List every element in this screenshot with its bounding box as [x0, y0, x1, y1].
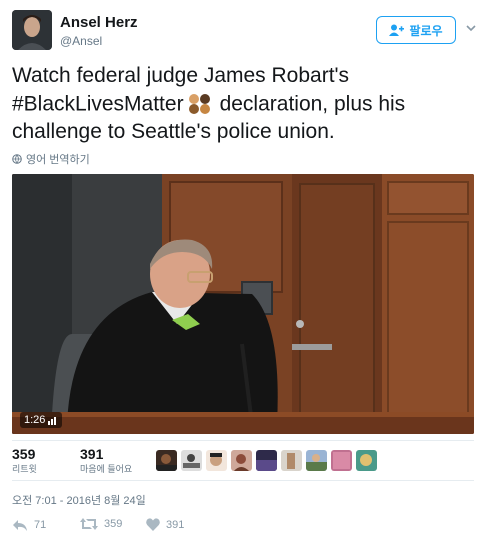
liker-avatar[interactable] — [331, 450, 352, 471]
tweet-line-3: challenge to Seattle's police union. — [12, 120, 335, 144]
like-count: 391 — [166, 518, 185, 531]
liker-avatar[interactable] — [231, 450, 252, 471]
likes-stat[interactable]: 391 마음에 들어요 — [80, 446, 132, 475]
liker-avatar[interactable] — [181, 450, 202, 471]
likers-avatars — [156, 450, 377, 471]
liker-avatar[interactable] — [256, 450, 277, 471]
heart-icon — [146, 518, 160, 531]
tweet-line-1: Watch federal judge James Robart's — [12, 64, 350, 87]
reply-button[interactable]: 71 — [12, 518, 46, 532]
liker-avatar[interactable] — [206, 450, 227, 471]
translate-label: 영어 번역하기 — [26, 154, 90, 166]
retweets-stat[interactable]: 359 리트윗 — [12, 446, 37, 475]
retweets-count: 359 — [12, 446, 36, 462]
follow-label: 팔로우 — [409, 23, 443, 38]
volume-bars-icon — [48, 416, 57, 425]
video-duration-badge: 1:26 — [20, 412, 63, 428]
translate-link[interactable]: 영어 번역하기 — [12, 151, 90, 167]
tweet-timestamp[interactable]: 오전 7:01 - 2016년 8월 24일 — [12, 492, 146, 508]
video-frame — [12, 174, 474, 434]
divider-mid — [12, 480, 474, 481]
retweets-label: 리트윗 — [12, 464, 37, 474]
likes-label: 마음에 들어요 — [80, 464, 133, 474]
tweet-line-2-rest: declaration, plus his — [219, 92, 406, 116]
retweet-icon — [80, 518, 98, 530]
likes-count: 391 — [80, 446, 104, 462]
hashtag-link[interactable]: #BlackLivesMatter — [12, 92, 184, 115]
reply-icon — [13, 520, 27, 531]
reply-count: 71 — [34, 519, 47, 531]
author-handle[interactable]: @Ansel — [60, 34, 102, 48]
author-name[interactable]: Ansel Herz — [60, 14, 138, 31]
author-avatar[interactable] — [12, 10, 52, 50]
liker-avatar[interactable] — [306, 450, 327, 471]
retweet-button[interactable]: 359 — [80, 518, 122, 530]
chevron-down-icon[interactable] — [465, 22, 477, 34]
retweet-count: 359 — [104, 518, 123, 530]
liker-avatar[interactable] — [156, 450, 177, 471]
follow-button[interactable]: 팔로우 — [376, 16, 456, 44]
tweet-text: Watch federal judge James Robart's #Blac… — [12, 62, 482, 146]
globe-icon — [12, 154, 22, 164]
video-duration: 1:26 — [24, 414, 46, 426]
liker-avatar[interactable] — [281, 450, 302, 471]
divider-top — [12, 440, 474, 441]
like-button[interactable]: 391 — [146, 518, 184, 531]
follow-user-icon — [389, 24, 405, 36]
fist-emoji-icon — [186, 93, 214, 115]
liker-avatar[interactable] — [356, 450, 377, 471]
video-player[interactable] — [12, 174, 474, 434]
